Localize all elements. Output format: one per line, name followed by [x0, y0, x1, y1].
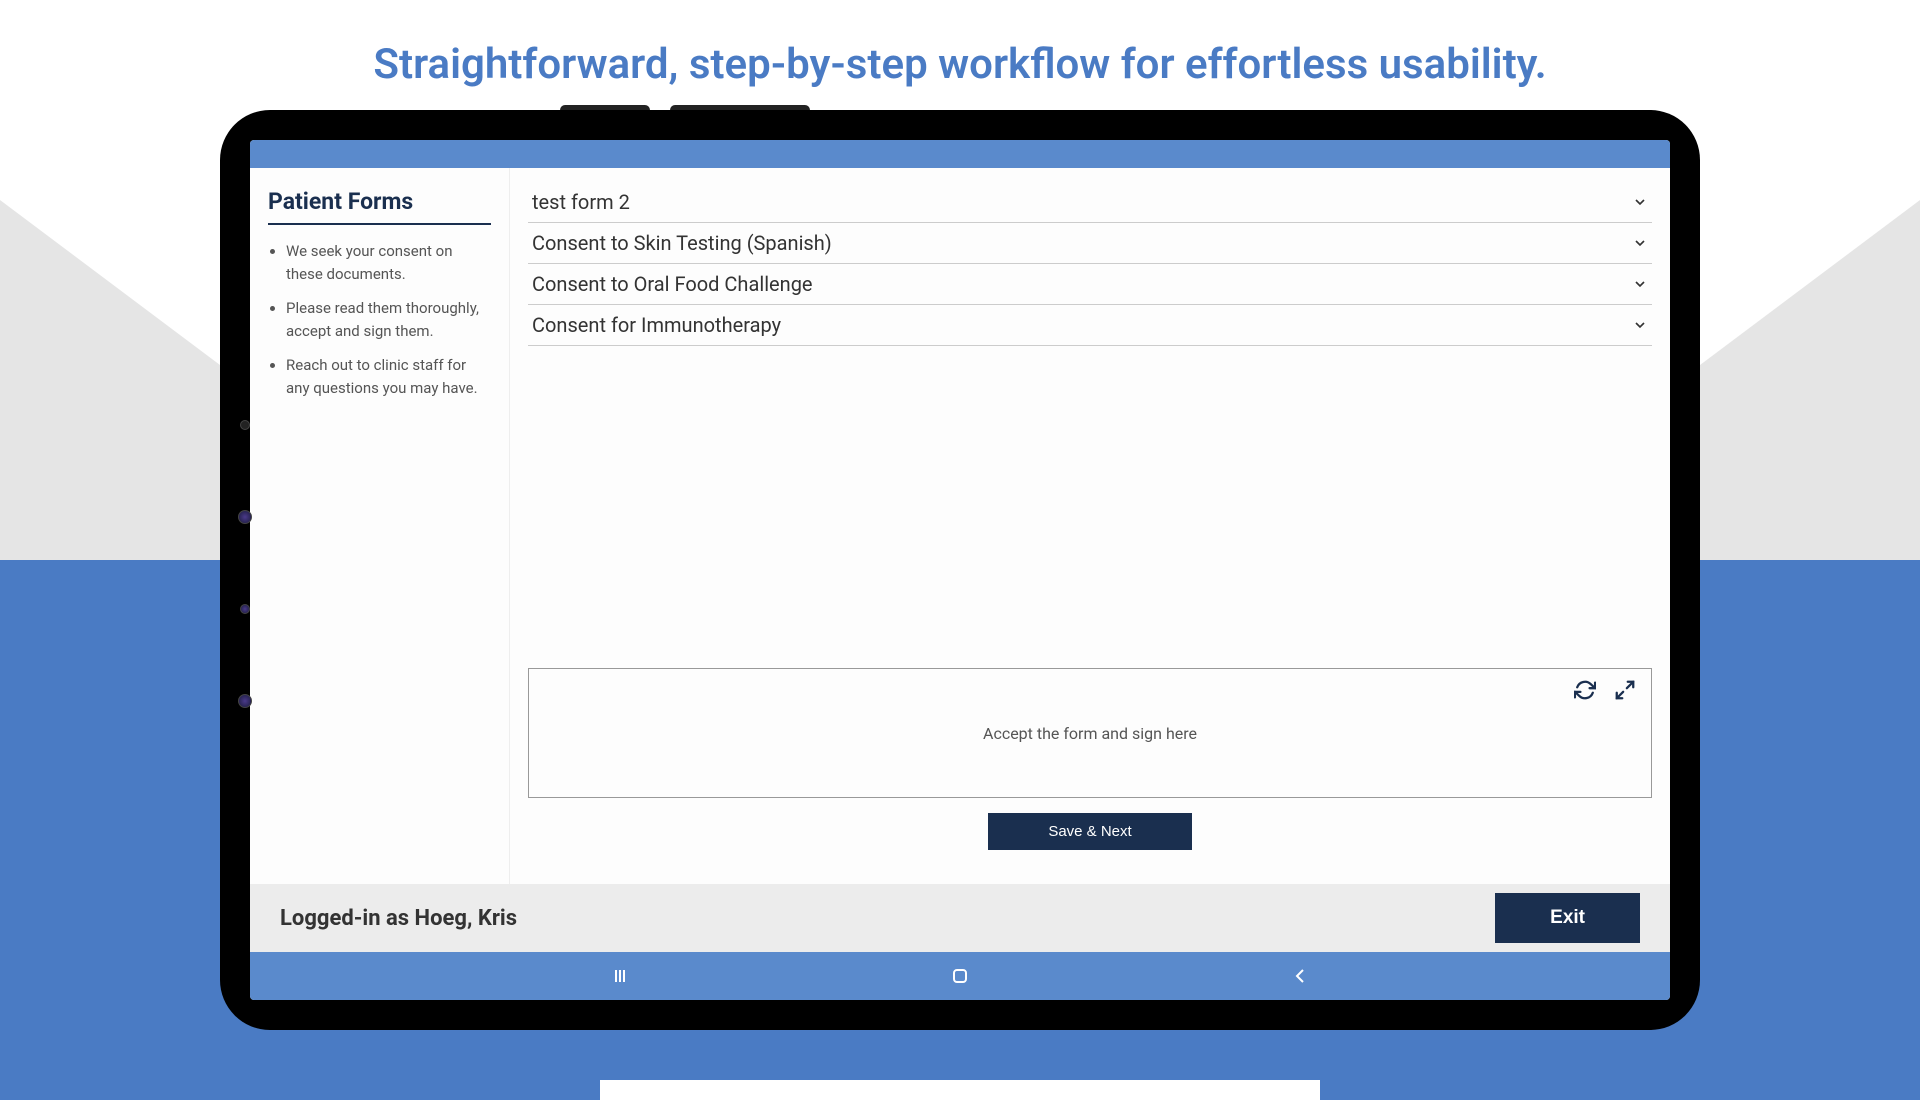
form-label: Consent to Oral Food Challenge: [532, 272, 813, 296]
tablet-camera-cluster: [238, 420, 252, 708]
tablet-physical-button: [670, 105, 810, 110]
back-icon[interactable]: [1288, 964, 1312, 988]
chevron-down-icon: [1632, 317, 1648, 333]
form-label: Consent to Skin Testing (Spanish): [532, 231, 832, 255]
form-accordion-item[interactable]: Consent to Skin Testing (Spanish): [528, 223, 1652, 264]
sidebar-instruction-item: Please read them thoroughly, accept and …: [286, 297, 491, 342]
expand-icon[interactable]: [1614, 679, 1636, 701]
form-label: test form 2: [532, 190, 630, 214]
signature-placeholder: Accept the form and sign here: [983, 724, 1197, 743]
logged-in-status: Logged-in as Hoeg, Kris: [280, 906, 517, 931]
tablet-screen: Patient Forms We seek your consent on th…: [250, 140, 1670, 1000]
tablet-device-frame: Patient Forms We seek your consent on th…: [220, 110, 1700, 1030]
android-nav-bar: [250, 952, 1670, 1000]
chevron-down-icon: [1632, 194, 1648, 210]
exit-button[interactable]: Exit: [1495, 893, 1640, 943]
form-accordion-item[interactable]: test form 2: [528, 182, 1652, 223]
home-icon[interactable]: [948, 964, 972, 988]
form-accordion-item[interactable]: Consent for Immunotherapy: [528, 305, 1652, 346]
refresh-icon[interactable]: [1574, 679, 1596, 701]
app-header-bar: [250, 140, 1670, 168]
sidebar: Patient Forms We seek your consent on th…: [250, 168, 510, 884]
chevron-down-icon: [1632, 235, 1648, 251]
main-content-area: Patient Forms We seek your consent on th…: [250, 168, 1670, 884]
signature-pad[interactable]: Accept the form and sign here: [528, 668, 1652, 798]
form-label: Consent for Immunotherapy: [532, 313, 781, 337]
forms-panel: test form 2 Consent to Skin Testing (Spa…: [510, 168, 1670, 884]
marketing-headline: Straightforward, step-by-step workflow f…: [0, 40, 1920, 89]
form-accordion-item[interactable]: Consent to Oral Food Challenge: [528, 264, 1652, 305]
sidebar-instruction-item: Reach out to clinic staff for any questi…: [286, 354, 491, 399]
chevron-down-icon: [1632, 276, 1648, 292]
tablet-physical-button: [560, 105, 650, 110]
footer-bar: Logged-in as Hoeg, Kris Exit: [250, 884, 1670, 952]
sidebar-instruction-item: We seek your consent on these documents.: [286, 240, 491, 285]
sidebar-title: Patient Forms: [268, 188, 491, 225]
save-next-button[interactable]: Save & Next: [988, 813, 1191, 850]
recent-apps-icon[interactable]: [608, 964, 632, 988]
sidebar-instructions-list: We seek your consent on these documents.…: [268, 240, 491, 399]
